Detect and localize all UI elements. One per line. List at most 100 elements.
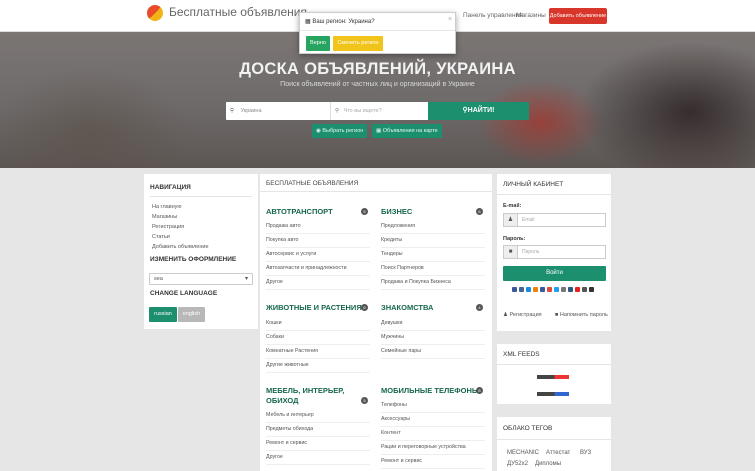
social-login-icon[interactable] [582,287,587,292]
category-furniture[interactable]: МЕБЕЛЬ, ИНТЕРЬЕР, [266,386,344,395]
modal-title-text: Ваш регион: Украина? [312,19,375,25]
social-login-icon[interactable] [554,287,559,292]
map-pin-icon: ⚲ [230,108,235,114]
social-login-icon[interactable] [568,287,573,292]
design-select[interactable]: sea ▾ [149,273,253,285]
subcategory-link[interactable]: Контент [381,428,485,441]
search-input[interactable]: ⚲ Что вы ищете? [330,102,428,120]
subcategory-link[interactable]: Аксессуары [381,414,485,427]
subcategory-link[interactable]: Мужчины [381,332,485,345]
lock-icon: ■ [504,246,518,258]
change-region-button[interactable]: Сменить регион [333,36,383,51]
category-business[interactable]: БИЗНЕС [381,207,412,216]
divider [260,191,492,192]
modal-title: ▦ Ваш регион: Украина? [305,18,375,25]
social-login-icon[interactable] [519,287,524,292]
subcategory-link[interactable]: Тендеры [381,249,485,262]
register-link[interactable]: ♟ Регистрация [503,312,542,318]
search-button[interactable]: ⚲НАЙТИ! [428,102,529,120]
subcategory-link[interactable]: Девушки [381,318,485,331]
hero-subtitle: Поиск объявлений от частных лиц и органи… [280,81,475,88]
subcategory-link[interactable]: Кошки [266,318,370,331]
search-placeholder: Что вы ищете? [343,108,382,114]
search-icon: ⚲ [335,108,340,114]
subcategory-link[interactable]: Предложения [381,221,485,234]
category-auto[interactable]: АВТОТРАНСПОРТ [266,207,333,216]
search-button-label: НАЙТИ! [467,107,495,114]
map-ads-button[interactable]: ▦ Объявления на карте [372,124,442,138]
email-placeholder: Email [522,217,535,223]
social-login-icon[interactable] [547,287,552,292]
lang-english-button[interactable]: english [178,307,205,322]
subcategory-link[interactable]: Автосервис и услуги [266,249,370,262]
category-count: 8 [476,387,483,394]
subcategory-link[interactable]: Другое [266,277,370,290]
subcategory-link[interactable]: Продажа и Покупка Бизнеса [381,277,485,290]
nav-home[interactable]: На главную [152,204,182,210]
subcategory-link[interactable]: Ремонт и сервис [266,438,370,451]
subcategory-link[interactable]: Рации и переговорные устройства [381,442,485,455]
brand-name[interactable]: Бесплатные объявления [169,5,307,19]
rss-feed-badge[interactable] [537,375,569,379]
social-login-icon[interactable] [540,287,545,292]
category-count: 5 [361,397,368,404]
social-login-icon[interactable] [589,287,594,292]
email-field[interactable]: ♟ Email [503,213,606,227]
choose-region-button[interactable]: ◉ Выбрать регион [312,124,368,138]
map-icon: ▦ [305,19,311,25]
tag-link[interactable]: ВУЗ [580,450,591,456]
subcategory-link[interactable]: Кредиты [381,235,485,248]
subcategory-link[interactable]: Семейные пары [381,346,485,359]
modal-divider [300,30,455,31]
nav-articles[interactable]: Статьи [152,234,170,240]
confirm-region-button[interactable]: Верно [306,36,330,51]
choose-region-label: Выбрать регион [322,128,364,134]
subcategory-link[interactable]: Другие животные [266,360,370,373]
subcategory-link[interactable]: Автозапчасти и принадлежности [266,263,370,276]
category-phones[interactable]: МОБИЛЬНЫЕ ТЕЛЕФОНЫ [381,386,479,395]
yandex-feed-badge[interactable] [537,392,569,396]
subcategory-link[interactable]: Поиск Партнеров [381,263,485,276]
password-field[interactable]: ■ Пароль [503,245,606,259]
social-login-icon[interactable] [526,287,531,292]
category-furniture-line2[interactable]: ОБИХОД [266,396,299,405]
subcategory-link[interactable]: Телефоны [381,400,485,413]
subcategory-link[interactable]: Мебель и интерьер [266,410,370,423]
logo-icon[interactable] [147,5,163,21]
xml-feeds-title: XML FEEDS [503,351,540,358]
tag-link[interactable]: Аттестат [546,450,570,456]
tag-link[interactable]: MECHANIC [507,450,539,456]
nav-shops[interactable]: Магазины [152,214,177,220]
lang-russian-button[interactable]: russian [149,307,177,322]
subcategory-link[interactable]: Ремонт и сервис [381,456,485,469]
subcategory-link[interactable]: Продажа авто [266,221,370,234]
design-select-value: sea [154,276,163,282]
forgot-password-link[interactable]: ■ Напомнить пароль [555,312,608,318]
link-control-panel[interactable]: Панель управления [463,12,523,19]
social-login-icon[interactable] [561,287,566,292]
link-shops[interactable]: Магазины [516,12,546,19]
login-button[interactable]: Войти [503,266,606,281]
subcategory-link[interactable]: Другое [266,452,370,465]
xml-feeds-panel: XML FEEDS [497,344,611,404]
social-login-icon[interactable] [575,287,580,292]
tag-link[interactable]: Дипломы [535,461,561,467]
lock-icon: ■ [555,312,559,318]
nav-add-ad[interactable]: Добавить объявление [152,244,209,250]
social-login-icon[interactable] [512,287,517,292]
close-icon[interactable]: × [448,16,452,23]
add-ad-button[interactable]: Добавить объявление [549,8,607,24]
user-icon: ♟ [504,214,518,226]
tag-link[interactable]: ДУ52х2 [507,461,528,467]
subcategory-link[interactable]: Собаки [266,332,370,345]
subcategory-link[interactable]: Покупка авто [266,235,370,248]
region-field[interactable]: ⚲ Украина [230,102,330,120]
user-plus-icon: ♟ [503,312,508,318]
social-login-icon[interactable] [533,287,538,292]
category-animals[interactable]: ЖИВОТНЫЕ И РАСТЕНИЯ [266,303,362,312]
category-count: 5 [361,208,368,215]
nav-register[interactable]: Регистрация [152,224,184,230]
subcategory-link[interactable]: Комнатные Растения [266,346,370,359]
subcategory-link[interactable]: Предметы обихода [266,424,370,437]
category-dating[interactable]: ЗНАКОМСТВА [381,303,433,312]
